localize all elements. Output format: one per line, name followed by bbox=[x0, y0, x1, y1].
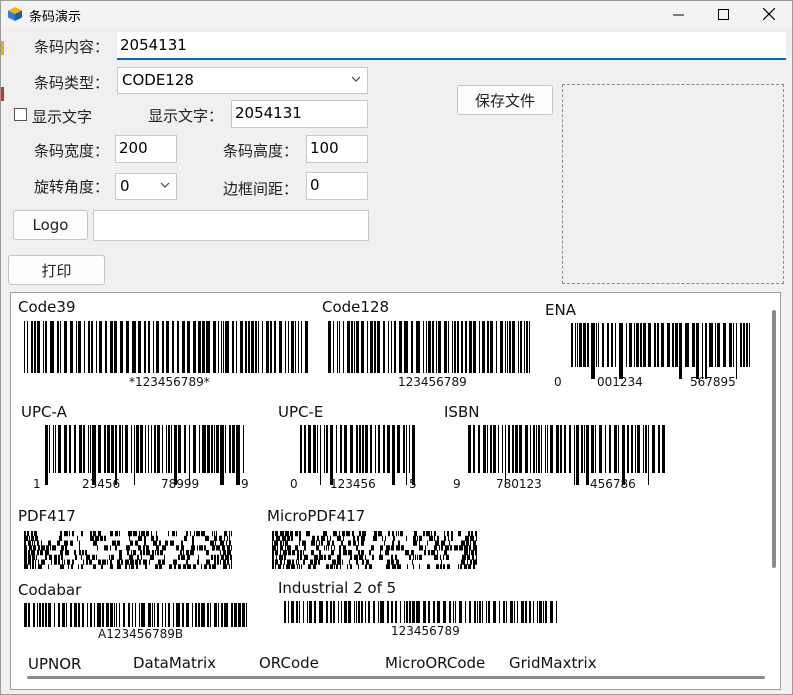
barcode-caption: GridMaxtrix bbox=[509, 654, 597, 672]
rotation-select[interactable]: 0 bbox=[115, 173, 177, 200]
barcode-caption: ISBN bbox=[444, 403, 480, 421]
barcode-bars bbox=[24, 321, 308, 373]
edge-mark bbox=[1, 41, 4, 55]
barcode-text: 001234 bbox=[597, 375, 643, 389]
barcode-text: 780123 bbox=[496, 477, 542, 491]
barcode-caption: MicroORCode bbox=[385, 654, 486, 672]
title-bar: 条码演示 bbox=[1, 1, 792, 27]
barcode-image-ena: 0 001234 567895 bbox=[551, 323, 766, 391]
vertical-scrollbar[interactable] bbox=[772, 310, 776, 568]
height-input[interactable]: 100 bbox=[306, 135, 368, 163]
barcode-image-micropdf417 bbox=[272, 531, 477, 569]
barcode-caption: Code39 bbox=[18, 298, 76, 316]
barcode-text: *123456789* bbox=[129, 375, 210, 389]
type-select[interactable]: CODE128 bbox=[117, 67, 368, 94]
minimize-icon bbox=[672, 14, 684, 15]
barcode-text: 123456789 bbox=[391, 624, 460, 638]
barcode-caption: Code128 bbox=[322, 298, 390, 316]
chevron-down-icon bbox=[160, 182, 170, 188]
barcode-gallery: Code39 *123456789* Code128 123456789 ENA… bbox=[10, 292, 781, 690]
barcode-caption: UPNOR bbox=[28, 655, 82, 673]
barcode-text: A123456789B bbox=[98, 627, 184, 641]
barcode-bars bbox=[328, 321, 530, 373]
barcode-image-codabar: A123456789B bbox=[24, 603, 249, 645]
barcode-caption: MicroPDF417 bbox=[267, 507, 366, 525]
width-value: 200 bbox=[119, 139, 148, 157]
barcode-bars bbox=[24, 603, 247, 627]
barcode-caption: ORCode bbox=[259, 654, 319, 672]
barcode-image-code39: *123456789* bbox=[24, 321, 309, 391]
barcode-bars bbox=[571, 323, 750, 379]
barcode-text: 5 bbox=[409, 477, 417, 491]
barcode-bars bbox=[300, 425, 415, 485]
width-input[interactable]: 200 bbox=[115, 135, 177, 163]
barcode-text: 0 bbox=[554, 375, 562, 389]
maximize-icon bbox=[717, 8, 729, 20]
print-button[interactable]: 打印 bbox=[8, 255, 105, 285]
content-label: 条码内容： bbox=[34, 38, 110, 56]
barcode-text: 456786 bbox=[590, 477, 636, 491]
barcode-caption: PDF417 bbox=[18, 507, 76, 525]
display-text-label: 显示文字： bbox=[148, 107, 224, 125]
barcode-text: 1 bbox=[33, 477, 41, 491]
minimize-button[interactable] bbox=[655, 1, 701, 27]
display-text-input[interactable]: 2054131 bbox=[231, 100, 368, 128]
barcode-caption: UPC-A bbox=[21, 403, 67, 421]
app-icon bbox=[8, 7, 22, 21]
barcode-image-code128: 123456789 bbox=[328, 321, 531, 391]
rotation-value: 0 bbox=[120, 177, 130, 195]
content-value: 2054131 bbox=[120, 36, 187, 54]
logo-button[interactable]: Logo bbox=[13, 210, 88, 240]
barcode-text: 0 bbox=[290, 477, 298, 491]
barcode-caption: DataMatrix bbox=[133, 654, 217, 672]
type-value: CODE128 bbox=[122, 71, 194, 89]
width-label: 条码宽度： bbox=[34, 142, 110, 160]
barcode-text: 9 bbox=[241, 477, 249, 491]
barcode-image-upc-e: 0 123456 5 bbox=[284, 425, 427, 495]
barcode-preview bbox=[562, 84, 784, 284]
barcode-caption: Codabar bbox=[18, 581, 82, 599]
barcode-image-industrial-2-of-5: 123456789 bbox=[284, 601, 557, 641]
type-label: 条码类型： bbox=[34, 74, 110, 92]
barcode-text: 9 bbox=[453, 477, 461, 491]
close-button[interactable] bbox=[746, 1, 792, 27]
barcode-text: 123456 bbox=[330, 477, 376, 491]
save-file-button-label: 保存文件 bbox=[474, 91, 535, 110]
main-window: 条码演示 条码内容： 2054131 条码类型： CODE128 显示文字 显示… bbox=[0, 0, 793, 695]
barcode-bars bbox=[284, 601, 557, 623]
height-value: 100 bbox=[310, 139, 339, 157]
rotation-label: 旋转角度： bbox=[34, 178, 110, 196]
display-text-value: 2054131 bbox=[235, 104, 302, 122]
chevron-down-icon bbox=[351, 76, 361, 82]
logo-path-input[interactable] bbox=[93, 210, 369, 241]
barcode-image-upc-a: 1 23456 78999 9 bbox=[27, 425, 256, 495]
close-icon bbox=[763, 8, 775, 20]
height-label: 条码高度： bbox=[223, 142, 299, 160]
barcode-caption: ENA bbox=[545, 301, 576, 319]
margin-input[interactable]: 0 bbox=[306, 172, 368, 200]
show-text-label: 显示文字 bbox=[32, 108, 93, 126]
show-text-checkbox[interactable] bbox=[14, 108, 27, 121]
barcode-text: 23456 bbox=[82, 477, 121, 491]
barcode-caption: UPC-E bbox=[278, 403, 324, 421]
edge-mark bbox=[1, 87, 4, 101]
margin-value: 0 bbox=[310, 176, 320, 194]
barcode-text: 567895 bbox=[690, 375, 736, 389]
logo-button-label: Logo bbox=[32, 216, 69, 234]
maximize-button[interactable] bbox=[700, 1, 746, 27]
horizontal-scrollbar[interactable] bbox=[27, 676, 765, 679]
barcode-bars bbox=[45, 425, 244, 485]
print-button-label: 打印 bbox=[41, 261, 72, 280]
barcode-text: 123456789 bbox=[398, 375, 467, 389]
barcode-text: 78999 bbox=[161, 477, 200, 491]
margin-label: 边框间距： bbox=[223, 180, 299, 198]
barcode-image-isbn: 9 780123 456786 bbox=[450, 425, 679, 495]
window-title: 条码演示 bbox=[29, 10, 82, 25]
save-file-button[interactable]: 保存文件 bbox=[457, 85, 553, 115]
barcode-caption: Industrial 2 of 5 bbox=[278, 579, 397, 597]
barcode-bars bbox=[468, 425, 665, 485]
content-input[interactable]: 2054131 bbox=[117, 32, 786, 60]
barcode-image-pdf417 bbox=[24, 531, 232, 569]
